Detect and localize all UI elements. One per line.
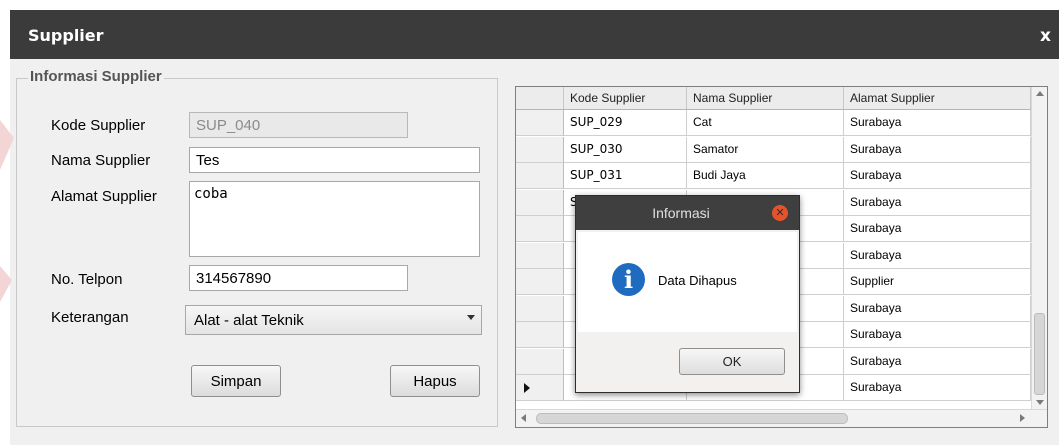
table-cell[interactable]: Surabaya bbox=[844, 189, 1031, 216]
close-window-button[interactable]: x bbox=[1040, 26, 1051, 46]
hapus-button[interactable]: Hapus bbox=[390, 365, 480, 397]
nama-supplier-label: Nama Supplier bbox=[51, 152, 151, 169]
dialog-title-bar: Informasi ✕ bbox=[576, 196, 799, 230]
row-header[interactable] bbox=[516, 242, 564, 269]
scroll-down-icon[interactable] bbox=[1036, 400, 1044, 405]
table-cell[interactable]: Samator bbox=[687, 136, 844, 163]
window-title: Supplier bbox=[28, 26, 104, 45]
table-row[interactable]: SUP_031 Budi Jaya Surabaya bbox=[516, 163, 1031, 189]
table-cell[interactable]: Cat bbox=[687, 110, 844, 136]
close-icon[interactable]: ✕ bbox=[772, 205, 788, 221]
chevron-down-icon bbox=[467, 315, 475, 320]
table-cell[interactable]: SUP_029 bbox=[564, 110, 687, 136]
table-cell[interactable]: SUP_031 bbox=[564, 163, 687, 189]
kode-supplier-label: Kode Supplier bbox=[51, 117, 146, 134]
table-row[interactable]: SUP_029 Cat Surabaya bbox=[516, 110, 1031, 136]
table-cell[interactable]: Surabaya bbox=[844, 110, 1031, 136]
scroll-up-icon[interactable] bbox=[1036, 91, 1044, 96]
group-title: Informasi Supplier bbox=[28, 68, 164, 85]
table-cell[interactable]: Surabaya bbox=[844, 322, 1031, 348]
column-header-alamat[interactable]: Alamat Supplier bbox=[844, 87, 1031, 109]
table-cell[interactable]: Surabaya bbox=[844, 375, 1031, 401]
table-cell[interactable]: Surabaya bbox=[844, 216, 1031, 242]
vertical-scrollbar[interactable] bbox=[1031, 87, 1047, 409]
table-cell[interactable]: Supplier bbox=[844, 269, 1031, 295]
table-row[interactable]: SUP_030 Samator Surabaya bbox=[516, 136, 1031, 163]
table-cell[interactable]: Surabaya bbox=[844, 136, 1031, 163]
watermark-fragment bbox=[0, 120, 14, 170]
scroll-right-icon[interactable] bbox=[1020, 414, 1025, 422]
row-header-corner bbox=[516, 87, 564, 109]
title-bar: Supplier x bbox=[10, 10, 1059, 59]
table-cell[interactable]: Surabaya bbox=[844, 295, 1031, 322]
ok-button[interactable]: OK bbox=[679, 348, 785, 375]
horizontal-scrollbar[interactable] bbox=[516, 409, 1047, 427]
keterangan-dropdown[interactable]: Alat - alat Teknik bbox=[185, 305, 482, 335]
row-header[interactable] bbox=[516, 348, 564, 375]
dialog-title: Informasi bbox=[652, 205, 710, 221]
dialog-message: Data Dihapus bbox=[658, 273, 737, 288]
row-header[interactable] bbox=[516, 189, 564, 216]
row-header[interactable] bbox=[516, 322, 564, 348]
row-header[interactable] bbox=[516, 216, 564, 242]
column-header-kode[interactable]: Kode Supplier bbox=[564, 87, 687, 109]
nama-supplier-input[interactable] bbox=[189, 147, 480, 173]
column-header-nama[interactable]: Nama Supplier bbox=[687, 87, 844, 109]
table-cell[interactable]: SUP_030 bbox=[564, 136, 687, 163]
table-cell[interactable]: Surabaya bbox=[844, 348, 1031, 375]
table-cell[interactable]: Budi Jaya bbox=[687, 163, 844, 189]
keterangan-selected-value: Alat - alat Teknik bbox=[194, 312, 304, 329]
table-header: Kode Supplier Nama Supplier Alamat Suppl… bbox=[516, 87, 1031, 110]
table-cell[interactable]: Surabaya bbox=[844, 242, 1031, 269]
row-header[interactable] bbox=[516, 163, 564, 189]
keterangan-label: Keterangan bbox=[51, 309, 129, 326]
dialog-body: i Data Dihapus bbox=[578, 232, 797, 332]
kode-supplier-input[interactable] bbox=[189, 112, 408, 138]
simpan-button[interactable]: Simpan bbox=[191, 365, 281, 397]
row-header[interactable] bbox=[516, 295, 564, 322]
info-icon: i bbox=[612, 263, 645, 296]
watermark-fragment bbox=[0, 266, 12, 302]
row-header[interactable] bbox=[516, 375, 564, 401]
info-dialog: Informasi ✕ i Data Dihapus OK bbox=[575, 195, 800, 393]
alamat-supplier-textarea[interactable]: coba bbox=[189, 181, 480, 257]
row-header[interactable] bbox=[516, 136, 564, 163]
no-telpon-input[interactable] bbox=[189, 265, 408, 291]
row-header[interactable] bbox=[516, 110, 564, 136]
table-cell[interactable]: Surabaya bbox=[844, 163, 1031, 189]
current-row-icon bbox=[524, 383, 530, 393]
alamat-supplier-label: Alamat Supplier bbox=[51, 188, 157, 205]
scroll-left-icon[interactable] bbox=[521, 414, 526, 422]
horizontal-scroll-thumb[interactable] bbox=[536, 413, 848, 424]
vertical-scroll-thumb[interactable] bbox=[1034, 313, 1045, 395]
no-telpon-label: No. Telpon bbox=[51, 271, 123, 288]
row-header[interactable] bbox=[516, 269, 564, 295]
